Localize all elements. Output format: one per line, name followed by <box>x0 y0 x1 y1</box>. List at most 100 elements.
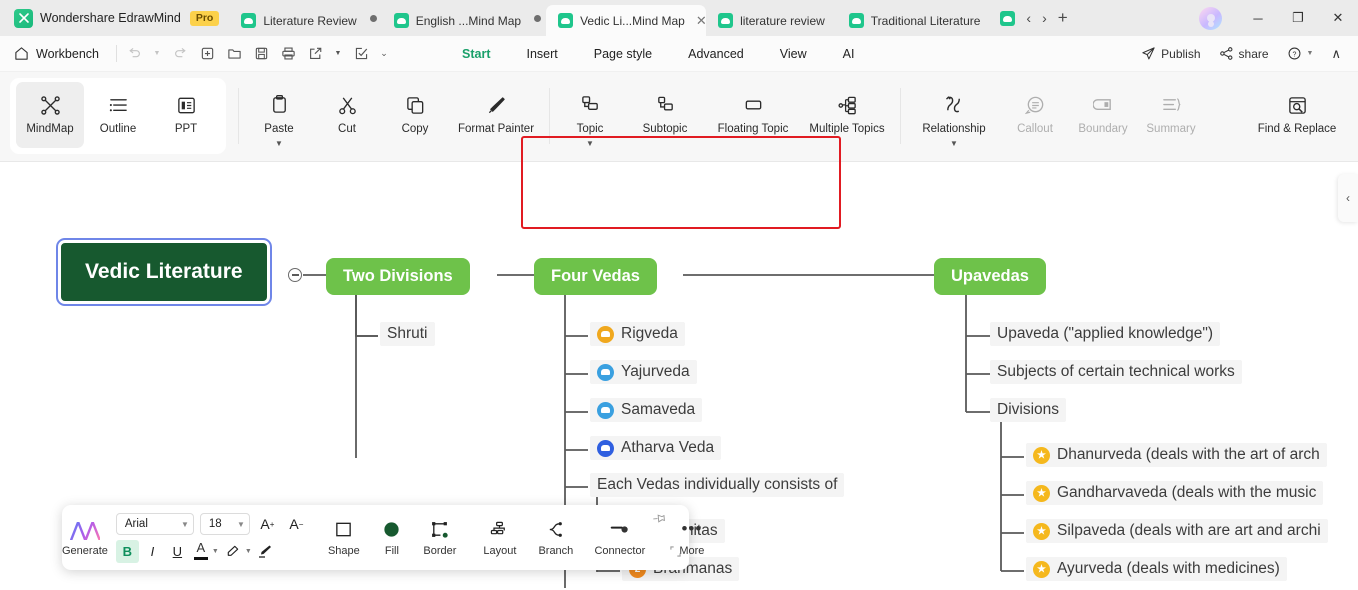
save-icon[interactable] <box>249 42 273 66</box>
mindmap-leaf-rigveda[interactable]: Rigveda <box>590 322 685 346</box>
ribbon-find-replace-button[interactable]: Find & Replace <box>1250 82 1344 148</box>
menu-tab-ai[interactable]: AI <box>825 43 873 65</box>
more-caret-icon[interactable]: ⌄ <box>376 42 392 66</box>
maximize-button[interactable]: ❐ <box>1278 0 1318 36</box>
ai-generate-button[interactable]: ⋀⋀ Generate <box>62 505 108 570</box>
fill-button[interactable]: Fill <box>368 505 416 570</box>
mindmap-leaf-each-vedas[interactable]: Each Vedas individually consists of <box>590 473 845 497</box>
highlight-button[interactable] <box>221 540 244 563</box>
tab-literature-review-2[interactable]: literature review <box>706 5 837 36</box>
mindmap-canvas[interactable]: Vedic Literature Two Divisions Four Veda… <box>0 162 1358 588</box>
close-window-button[interactable]: ✕ <box>1318 0 1358 36</box>
mindmap-leaf-gandharvaveda[interactable]: ★ Gandharvaveda (deals with the music <box>1026 481 1324 505</box>
shape-button[interactable]: Shape <box>320 505 368 570</box>
undo-caret-icon[interactable]: ▼ <box>149 42 165 66</box>
send-icon <box>1142 47 1155 60</box>
mindmap-leaf-silpaveda[interactable]: ★ Silpaveda (deals with are art and arch… <box>1026 519 1328 543</box>
edit-mark-icon[interactable] <box>349 42 373 66</box>
mindmap-branch-four-vedas[interactable]: Four Vedas <box>534 258 657 295</box>
menu-tab-advanced[interactable]: Advanced <box>670 43 762 65</box>
mindmap-branch-upavedas[interactable]: Upavedas <box>934 258 1046 295</box>
fill-color-icon <box>382 518 401 540</box>
root-collapse-button[interactable] <box>288 268 302 282</box>
menu-tab-page-style[interactable]: Page style <box>576 43 670 65</box>
mindmap-leaf-upaveda-applied-knowledge[interactable]: Upaveda ("applied knowledge") <box>990 322 1221 346</box>
tab-literature-review[interactable]: Literature Review <box>229 5 368 36</box>
undo-icon[interactable] <box>122 42 146 66</box>
export-icon[interactable] <box>303 42 327 66</box>
tab-prev-icon[interactable]: ‹ <box>1026 10 1031 26</box>
mindmap-leaf-atharva-veda[interactable]: Atharva Veda <box>590 436 722 460</box>
font-size-select[interactable]: 18 ▼ <box>199 513 250 535</box>
clear-format-button[interactable] <box>254 540 277 563</box>
chevron-down-icon[interactable]: ▼ <box>275 139 283 148</box>
border-button[interactable]: Border <box>416 505 464 570</box>
mindmap-leaf-ayurveda[interactable]: ★ Ayurveda (deals with medicines) <box>1026 557 1287 581</box>
right-panel-toggle[interactable]: ‹ <box>1338 174 1358 222</box>
italic-button[interactable]: I <box>141 540 164 563</box>
tab-next-icon[interactable]: › <box>1042 10 1047 26</box>
collapse-toolbar-icon[interactable] <box>670 546 681 560</box>
cloud-document-icon[interactable] <box>1000 10 1016 26</box>
mindmap-root-node[interactable]: Vedic Literature <box>56 238 272 306</box>
chevron-down-icon[interactable]: ▼ <box>212 548 219 555</box>
mindmap-leaf-divisions[interactable]: Divisions <box>990 398 1067 422</box>
connector-button[interactable]: Connector <box>584 505 656 570</box>
ribbon-label: Outline <box>99 123 137 135</box>
mindmap-leaf-shruti[interactable]: Shruti <box>380 322 435 346</box>
tab-vedic-mind-map[interactable]: Vedic Li...Mind Map ✕ <box>546 5 707 36</box>
font-family-select[interactable]: Arial ▼ <box>115 513 194 535</box>
ribbon-callout-button[interactable]: Callout <box>1001 82 1069 148</box>
ribbon-multiple-topics-button[interactable]: Multiple Topics <box>800 82 894 148</box>
branch-button[interactable]: Branch <box>528 505 584 570</box>
chevron-down-icon[interactable]: ▼ <box>245 548 252 555</box>
menu-tab-start[interactable]: Start <box>444 43 508 65</box>
ribbon-copy-button[interactable]: Copy <box>381 82 449 148</box>
share-button[interactable]: share <box>1212 42 1276 65</box>
underline-button[interactable]: U <box>166 540 189 563</box>
minimize-button[interactable]: ─ <box>1238 0 1278 36</box>
ribbon-format-painter-button[interactable]: Format Painter <box>449 82 543 148</box>
mindmap-branch-two-divisions[interactable]: Two Divisions <box>326 258 470 295</box>
avatar[interactable] <box>1199 6 1222 30</box>
bold-button[interactable]: B <box>115 539 139 563</box>
more-button[interactable]: ••• More <box>664 505 720 570</box>
open-folder-icon[interactable] <box>222 42 246 66</box>
chevron-down-icon[interactable]: ▼ <box>950 139 958 148</box>
tab-english-mind-map[interactable]: English ...Mind Map <box>382 5 533 36</box>
ribbon-summary-button[interactable]: Summary <box>1137 82 1205 148</box>
ribbon-cut-button[interactable]: Cut <box>313 82 381 148</box>
font-color-button[interactable]: A <box>191 540 211 563</box>
ribbon-outline-button[interactable]: Outline <box>84 82 152 148</box>
close-icon[interactable]: ✕ <box>696 13 707 29</box>
tab-traditional-literature[interactable]: Traditional Literature <box>837 5 993 36</box>
menu-tab-insert[interactable]: Insert <box>508 43 575 65</box>
ribbon-relationship-button[interactable]: Relationship ▼ <box>907 82 1001 148</box>
help-caret-icon[interactable]: ▼ <box>1307 50 1314 57</box>
mindmap-leaf-subjects-technical-works[interactable]: Subjects of certain technical works <box>990 360 1242 384</box>
new-file-icon[interactable] <box>195 42 219 66</box>
redo-icon[interactable] <box>168 42 192 66</box>
publish-button[interactable]: Publish <box>1134 42 1207 65</box>
mindmap-leaf-dhanurveda[interactable]: ★ Dhanurveda (deals with the art of arch <box>1026 443 1327 467</box>
ribbon-topic-button[interactable]: Topic ▼ <box>556 82 624 148</box>
chevron-down-icon[interactable]: ▼ <box>586 139 594 148</box>
workbench-button[interactable]: Workbench <box>0 46 111 61</box>
new-tab-icon[interactable]: + <box>1058 8 1068 28</box>
menu-tab-view[interactable]: View <box>762 43 825 65</box>
help-button[interactable]: ? ▼ <box>1280 42 1321 65</box>
print-icon[interactable] <box>276 42 300 66</box>
decrease-font-size-button[interactable]: A − <box>285 513 308 536</box>
ribbon-mindmap-button[interactable]: MindMap <box>16 82 84 148</box>
ribbon-subtopic-button[interactable]: Subtopic <box>624 82 706 148</box>
layout-button[interactable]: Layout <box>472 505 528 570</box>
ribbon-paste-button[interactable]: Paste ▼ <box>245 82 313 148</box>
ribbon-boundary-button[interactable]: Boundary <box>1069 82 1137 148</box>
ribbon-ppt-button[interactable]: PPT <box>152 82 220 148</box>
collapse-ribbon-button[interactable]: ∧ <box>1324 42 1348 66</box>
ribbon-floating-topic-button[interactable]: Floating Topic <box>706 82 800 148</box>
export-caret-icon[interactable]: ▼ <box>330 42 346 66</box>
mindmap-leaf-yajurveda[interactable]: Yajurveda <box>590 360 697 384</box>
mindmap-leaf-samaveda[interactable]: Samaveda <box>590 398 703 422</box>
increase-font-size-button[interactable]: A + <box>256 513 279 536</box>
